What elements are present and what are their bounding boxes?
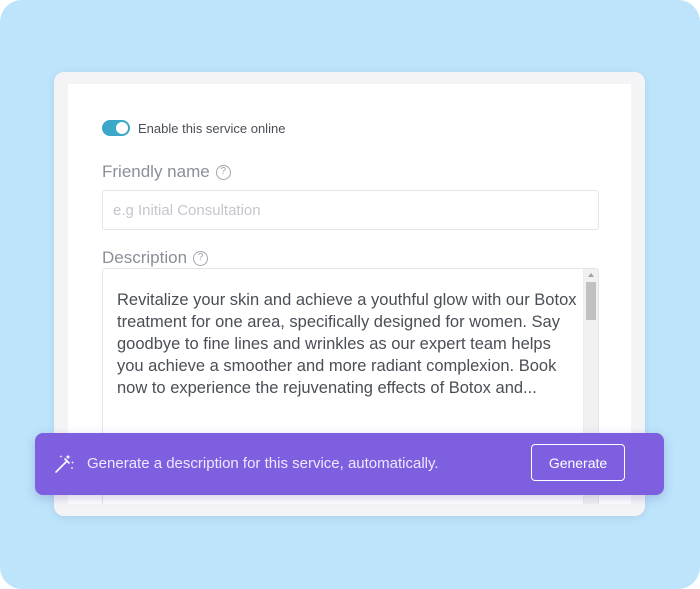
scroll-up-arrow-icon[interactable] bbox=[588, 273, 594, 277]
generate-button[interactable]: Generate bbox=[531, 444, 625, 481]
magic-wand-icon bbox=[55, 454, 74, 473]
question-circle-icon[interactable]: ? bbox=[215, 164, 231, 180]
question-circle-icon[interactable]: ? bbox=[193, 250, 209, 266]
toggle-knob bbox=[116, 122, 128, 134]
friendly-name-label-row: Friendly name ? bbox=[102, 162, 231, 182]
enable-online-row: Enable this service online bbox=[102, 120, 285, 136]
description-label: Description bbox=[102, 248, 188, 267]
description-text: Revitalize your skin and achieve a youth… bbox=[117, 291, 577, 397]
description-label-row: Description ? bbox=[102, 248, 209, 268]
friendly-name-input[interactable] bbox=[102, 190, 599, 230]
enable-online-label: Enable this service online bbox=[138, 120, 286, 136]
enable-online-toggle[interactable] bbox=[102, 120, 130, 136]
ai-generate-banner: Generate a description for this service,… bbox=[35, 433, 664, 495]
scroll-thumb[interactable] bbox=[586, 282, 596, 320]
ai-banner-text: Generate a description for this service,… bbox=[87, 455, 439, 472]
friendly-name-label: Friendly name bbox=[102, 162, 210, 181]
